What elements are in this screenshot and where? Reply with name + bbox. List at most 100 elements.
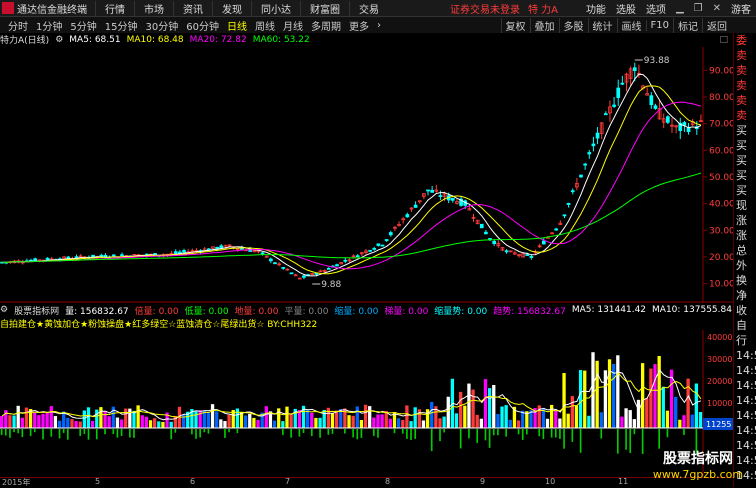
negative-bar — [476, 429, 479, 443]
side-panel-item[interactable]: 卖四 — [734, 63, 756, 78]
side-panel-item[interactable]: 外盘 — [734, 258, 756, 273]
sub-settings-icon[interactable]: ⚙ — [0, 305, 8, 315]
side-panel-item[interactable]: 14:5 — [734, 348, 756, 363]
negative-bar — [33, 429, 36, 433]
tool-huaxian[interactable]: 画线 — [616, 17, 646, 33]
volume-bar — [153, 418, 157, 428]
negative-bar — [79, 429, 82, 437]
candlestick-chart[interactable]: 90.00 80.00 70.00 60.00 50.00 40.00 30.00 20.00… — [0, 47, 733, 303]
period-15min[interactable]: 15分钟 — [101, 18, 142, 33]
menu-tongxiaoda[interactable]: 同小达 — [251, 0, 300, 16]
period-1min[interactable]: 1分钟 — [32, 18, 66, 33]
menu-caifuquan[interactable]: 财富圈 — [300, 0, 349, 16]
menu-jiaoyi[interactable]: 交易 — [349, 0, 388, 16]
tool-tongji[interactable]: 统计 — [587, 17, 617, 33]
high-price-label: 93.88 — [644, 56, 670, 66]
minimize-icon[interactable]: ▁ — [671, 3, 689, 14]
volume-bar — [475, 414, 479, 428]
period-monthly[interactable]: 月线 — [279, 18, 307, 33]
close-icon[interactable]: ✕ — [708, 3, 726, 14]
tool-f10[interactable]: F10 — [645, 19, 673, 31]
side-panel-item[interactable]: 14:5 — [734, 363, 756, 378]
price-tick-label: 80.00 — [709, 93, 733, 103]
side-panel-item[interactable]: 涨幅 — [734, 228, 756, 243]
period-daily[interactable]: 日线 — [223, 18, 251, 33]
negative-bar — [290, 429, 292, 438]
side-panel-item[interactable]: 买五 — [734, 183, 756, 198]
period-60min[interactable]: 60分钟 — [182, 18, 223, 33]
side-panel-item[interactable]: 总量 — [734, 243, 756, 258]
menu-xuanxiang[interactable]: 选项 — [641, 1, 671, 16]
menu-hangqing[interactable]: 行情 — [95, 0, 134, 16]
login-warning[interactable]: 证券交易未登录 — [450, 1, 520, 16]
side-panel-item[interactable]: 卖一 — [734, 108, 756, 123]
side-panel-item[interactable]: 买二 — [734, 138, 756, 153]
side-panel-item[interactable]: 卖五 — [734, 48, 756, 63]
side-panel-item[interactable]: 委比 — [734, 33, 756, 48]
restore-icon[interactable]: ❐ — [689, 3, 708, 14]
menu-gongneng[interactable]: 功能 — [581, 1, 611, 16]
menu-xuangu[interactable]: 选股 — [611, 1, 641, 16]
period-weekly[interactable]: 周线 — [251, 18, 279, 33]
side-panel-item[interactable]: 买一 — [734, 123, 756, 138]
guest-user[interactable]: 游客 — [726, 1, 756, 16]
volume-bar — [442, 416, 446, 428]
side-panel-item[interactable]: 买三 — [734, 153, 756, 168]
candle — [525, 254, 530, 256]
menu-zixun[interactable]: 资讯 — [173, 0, 212, 16]
side-panel-item[interactable]: 收益 — [734, 303, 756, 318]
tool-biaoji[interactable]: 标记 — [673, 17, 702, 33]
period-more[interactable]: 更多 — [345, 18, 373, 33]
period-multi[interactable]: 多周期 — [307, 18, 345, 33]
more-chevron-icon[interactable]: › — [373, 20, 385, 31]
tool-duogu[interactable]: 多股 — [558, 17, 588, 33]
side-panel-item[interactable]: 卖三 — [734, 78, 756, 93]
side-panel-item[interactable]: 净资 — [734, 288, 756, 303]
app-title: 通达信金融终端 — [17, 4, 87, 16]
volume-bar — [330, 413, 335, 428]
side-panel-item[interactable]: 14:5 — [734, 393, 756, 408]
side-panel-item[interactable]: 换手 — [734, 273, 756, 288]
ma5-line — [2, 73, 702, 277]
volume-bar — [578, 370, 583, 428]
tool-diejia[interactable]: 叠加 — [529, 17, 559, 33]
candle — [666, 116, 670, 123]
tool-fuquan[interactable]: 复权 — [500, 17, 530, 33]
menu-shichang[interactable]: 市场 — [134, 0, 173, 16]
volume-bar — [690, 414, 694, 428]
volume-bar — [0, 416, 4, 428]
period-5min[interactable]: 5分钟 — [66, 18, 100, 33]
side-panel-item[interactable]: 行情 — [734, 333, 756, 348]
side-panel-item[interactable]: 现价 — [734, 198, 756, 213]
negative-bar — [236, 429, 239, 434]
side-panel-item[interactable]: 14:5 — [734, 423, 756, 438]
side-panel-item[interactable]: 买四 — [734, 168, 756, 183]
side-panel-item[interactable]: 自动 — [734, 318, 756, 333]
negative-bar — [58, 429, 61, 439]
negative-bar — [571, 429, 574, 442]
candle — [620, 82, 625, 85]
period-fenshi[interactable]: 分时 — [4, 18, 32, 33]
maximize-chart-icon[interactable]: □ — [719, 35, 728, 45]
volume-indicator-chart[interactable]: 40000 30000 20000 10000 11255 — [0, 330, 733, 476]
negative-bar — [282, 429, 284, 435]
candle — [566, 202, 571, 205]
side-panel-item[interactable]: 14:5 — [734, 378, 756, 393]
volume-bar — [41, 413, 45, 428]
vol-ma5-value: MA5: 131441.42 — [571, 305, 647, 315]
negative-bar — [195, 429, 197, 439]
menu-faxian[interactable]: 发现 — [212, 0, 251, 16]
date-label: 10 — [545, 477, 556, 486]
volume-bar — [645, 398, 649, 428]
low-price-label: 9.88 — [321, 280, 341, 290]
tool-fanhui[interactable]: 返回 — [702, 17, 731, 33]
volume-bar — [661, 386, 665, 428]
period-30min[interactable]: 30分钟 — [141, 18, 182, 33]
negative-bar — [0, 429, 3, 436]
date-label: 6 — [190, 477, 196, 486]
side-panel-item[interactable]: 卖二 — [734, 93, 756, 108]
side-panel-item[interactable]: 14:5 — [734, 408, 756, 423]
negative-bar — [191, 429, 193, 435]
side-panel-item[interactable]: 涨跌 — [734, 213, 756, 228]
chart-settings-icon[interactable]: ⚙ — [55, 35, 63, 45]
